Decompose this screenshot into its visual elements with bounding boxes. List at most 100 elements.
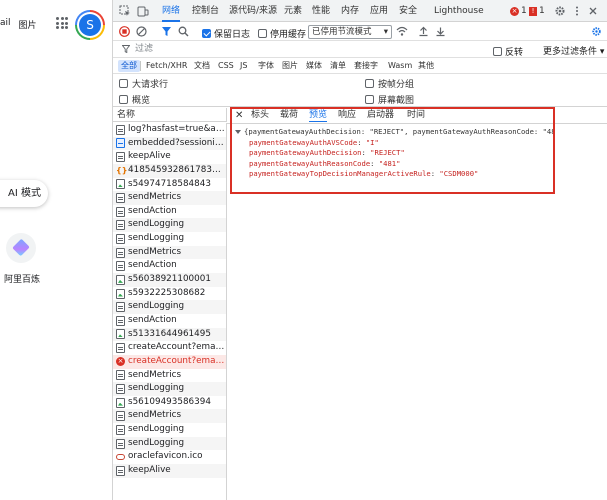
group-by-frame-checkbox[interactable] (365, 79, 374, 88)
tab-network[interactable]: 网络 (162, 0, 181, 22)
document-icon (116, 302, 125, 313)
request-row[interactable]: sendMetrics (113, 245, 226, 260)
tab-console[interactable]: 控制台 (192, 0, 219, 22)
overview-option[interactable]: 概览 (119, 93, 150, 106)
more-options-icon[interactable] (571, 5, 583, 17)
request-row[interactable]: s54974718584843 (113, 178, 226, 192)
filter-chip-font[interactable]: 字体 (255, 60, 277, 72)
tab-security[interactable]: 安全 (399, 0, 417, 22)
request-row[interactable]: sendLogging (113, 218, 226, 233)
filter-chip-img[interactable]: 图片 (279, 60, 301, 72)
request-row[interactable]: sendLogging (113, 300, 226, 314)
inspect-element-icon[interactable] (119, 5, 131, 17)
request-row[interactable]: sendLogging (113, 436, 226, 451)
request-row[interactable]: sendLogging (113, 232, 226, 246)
document-icon (116, 193, 125, 204)
tab-timing[interactable]: 时间 (407, 109, 425, 122)
close-detail-icon[interactable]: ✕ (235, 109, 243, 122)
apps-grid-icon[interactable] (56, 17, 68, 29)
tab-elements[interactable]: 元素 (284, 0, 302, 22)
request-row[interactable]: × createAccount?email=... (113, 354, 226, 369)
preserve-log-checkbox[interactable] (202, 29, 211, 38)
overview-checkbox[interactable] (119, 95, 128, 104)
tab-lighthouse[interactable]: Lighthouse (434, 0, 484, 22)
request-row[interactable]: embedded?sessionid=... (113, 136, 226, 151)
filter-funnel-icon[interactable] (161, 26, 172, 40)
filter-chip-xhr[interactable]: Fetch/XHR (143, 60, 190, 72)
request-row[interactable]: sendLogging (113, 382, 226, 396)
request-row[interactable]: keepAlive (113, 464, 226, 478)
screenshots-checkbox[interactable] (365, 95, 374, 104)
error-counter[interactable]: × 1 (510, 6, 527, 16)
large-rows-option[interactable]: 大请求行 (119, 77, 168, 90)
tab-response[interactable]: 响应 (338, 109, 356, 122)
filter-chip-other[interactable]: 其他 (415, 60, 437, 72)
request-row[interactable]: {}418545932861783703... (113, 163, 226, 178)
filter-chip-all[interactable]: 全部 (118, 60, 140, 72)
filter-chip-socket[interactable]: 套接字 (351, 60, 381, 72)
gmail-link[interactable]: ail (0, 18, 11, 31)
request-row[interactable]: createAccount?email=... (113, 341, 226, 355)
ai-mode-button[interactable]: AI 模式 (0, 180, 48, 207)
filter-input[interactable]: 过滤 (121, 43, 484, 56)
images-link[interactable]: 图片 (19, 18, 37, 31)
request-row[interactable]: sendLogging (113, 423, 226, 437)
screenshots-option[interactable]: 屏幕截图 (365, 93, 414, 106)
request-row[interactable]: oraclefavicon.ico (113, 450, 226, 464)
disable-cache-option[interactable]: 停用缓存 (258, 27, 306, 40)
request-row[interactable]: s5932225308682 (113, 287, 226, 301)
request-row[interactable]: sendAction (113, 205, 226, 219)
large-rows-checkbox[interactable] (119, 79, 128, 88)
tab-sources[interactable]: 源代码/来源 (229, 0, 277, 22)
tab-preview[interactable]: 预览 (309, 109, 328, 122)
filter-chip-wasm[interactable]: Wasm (385, 60, 415, 72)
disable-cache-checkbox[interactable] (258, 29, 267, 38)
request-row[interactable]: sendMetrics (113, 369, 226, 383)
more-filters-dropdown[interactable]: 更多过滤条件 ▾ (543, 44, 604, 57)
filter-chip-media[interactable]: 媒体 (303, 60, 325, 72)
export-har-icon[interactable] (435, 26, 446, 40)
tab-memory[interactable]: 内存 (341, 0, 359, 22)
invert-option[interactable]: 反转 (493, 45, 523, 58)
tab-headers[interactable]: 标头 (251, 109, 269, 122)
filter-chip-js[interactable]: JS (237, 60, 250, 72)
request-row[interactable]: sendAction (113, 314, 226, 328)
close-devtools-icon[interactable] (587, 5, 599, 17)
network-conditions-icon[interactable] (396, 26, 408, 40)
json-key: paymentGatewayAuthAVSCode (249, 137, 358, 147)
tab-payload[interactable]: 载荷 (280, 109, 298, 122)
json-root-summary[interactable]: {paymentGatewayAuthDecision: "REJECT", p… (235, 127, 553, 138)
request-name: sendAction (128, 314, 177, 325)
request-row[interactable]: sendMetrics (113, 191, 226, 205)
filter-chip-doc[interactable]: 文档 (191, 60, 213, 72)
throttling-select[interactable]: 已停用节流模式 ▾ (308, 25, 392, 39)
invert-checkbox[interactable] (493, 47, 502, 56)
expand-triangle-icon[interactable] (235, 130, 241, 134)
group-by-frame-option[interactable]: 按帧分组 (365, 77, 414, 90)
request-row[interactable]: s56109493586394 (113, 396, 226, 410)
preserve-log-option[interactable]: 保留日志 (202, 27, 250, 40)
request-row[interactable]: s51331644961495 (113, 327, 226, 342)
json-fields: paymentGatewayAuthAVSCode: "I" paymentGat… (235, 138, 553, 180)
tab-application[interactable]: 应用 (370, 0, 388, 22)
request-row[interactable]: keepAlive (113, 150, 226, 164)
request-row[interactable]: sendAction (113, 259, 226, 273)
settings-gear-icon[interactable] (554, 5, 566, 17)
filter-chip-manifest[interactable]: 清单 (327, 60, 349, 72)
request-row[interactable]: s56038921100001 (113, 273, 226, 287)
request-row[interactable]: log?hasfast=true&auth... (113, 123, 226, 137)
search-icon[interactable] (178, 26, 189, 40)
import-har-icon[interactable] (418, 26, 429, 40)
tab-initiator[interactable]: 启动器 (367, 109, 394, 122)
clear-log-icon[interactable] (136, 26, 147, 40)
device-toolbar-icon[interactable] (137, 5, 149, 17)
filter-chip-css[interactable]: CSS (215, 60, 237, 72)
record-stop-icon[interactable] (119, 26, 130, 40)
shortcut-tile[interactable] (6, 233, 36, 263)
issue-counter[interactable]: ! 1 (529, 6, 545, 16)
account-avatar[interactable]: S (75, 10, 105, 40)
tab-performance[interactable]: 性能 (312, 0, 330, 22)
name-column-header[interactable]: 名称 (113, 108, 227, 122)
network-settings-icon[interactable] (591, 26, 602, 40)
request-row[interactable]: sendMetrics (113, 409, 226, 424)
